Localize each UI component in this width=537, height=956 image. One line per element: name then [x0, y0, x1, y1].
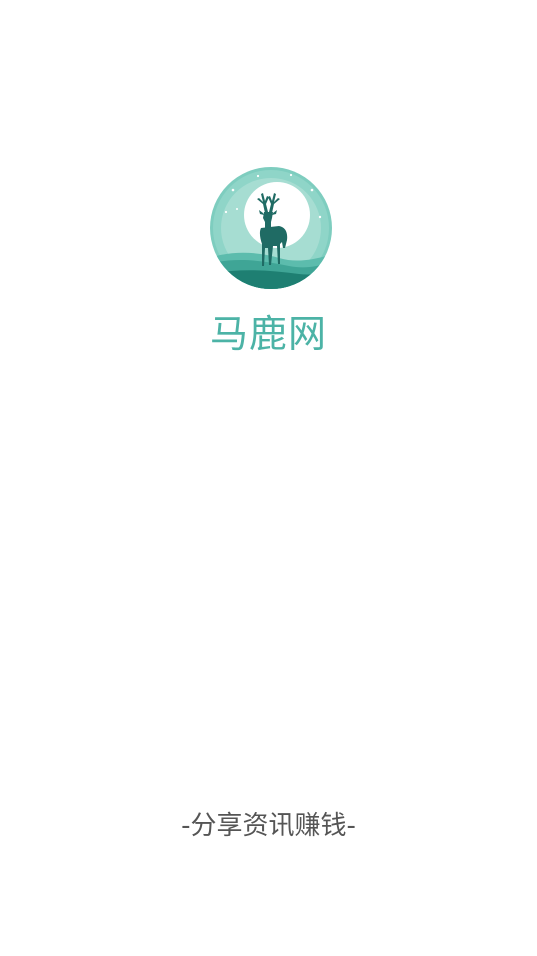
splash-screen: 马鹿网 -分享资讯赚钱- — [0, 0, 537, 956]
deer-moon-logo-icon — [210, 167, 332, 289]
app-logo — [209, 166, 333, 290]
app-name-title: 马鹿网 — [209, 312, 327, 356]
app-slogan: -分享资讯赚钱- — [181, 811, 356, 841]
